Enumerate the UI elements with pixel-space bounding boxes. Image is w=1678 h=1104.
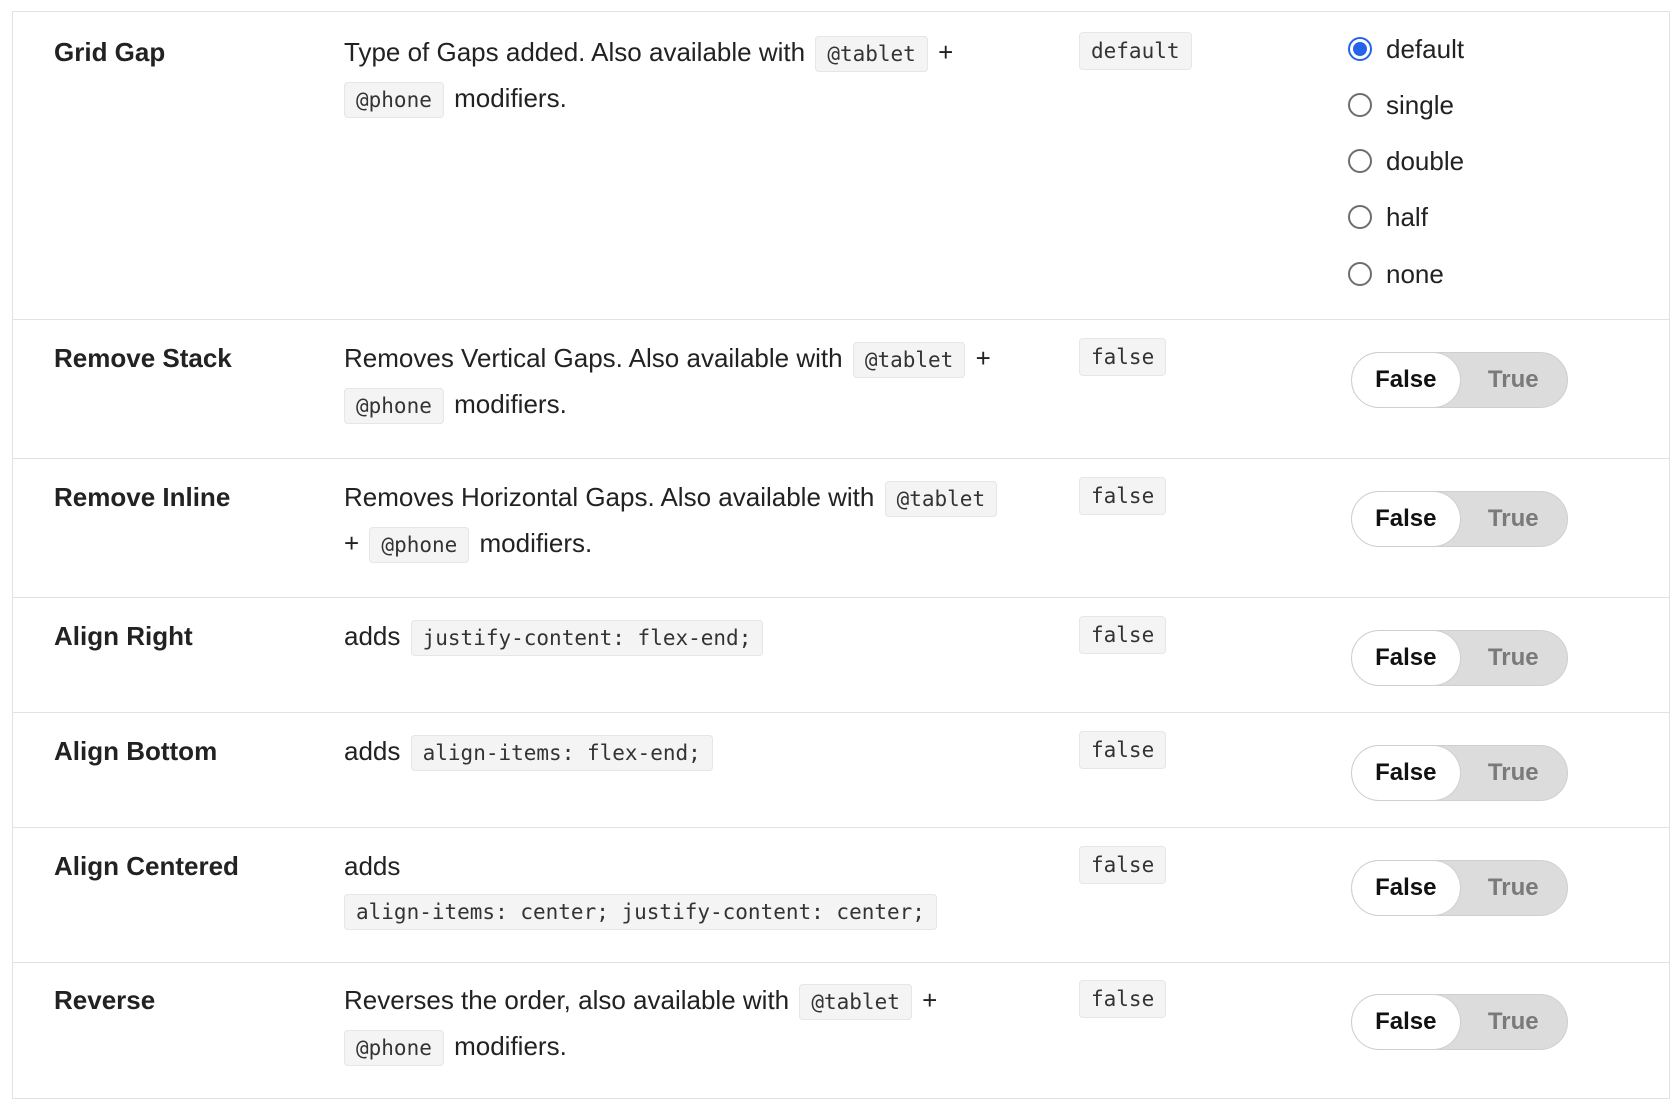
prop-description: adds align-items: flex-end; xyxy=(344,729,1084,775)
toggle-true-option[interactable]: True xyxy=(1460,746,1568,800)
code-tablet: @tablet xyxy=(884,481,998,517)
code-snippet: align-items: center; justify-content: ce… xyxy=(344,894,937,930)
radio-label: double xyxy=(1386,145,1465,176)
table-row: Align Right adds justify-content: flex-e… xyxy=(13,598,1669,713)
radio-label: half xyxy=(1386,201,1428,232)
default-value-badge: false xyxy=(1079,477,1167,515)
default-value-badge: false xyxy=(1079,731,1167,769)
table-row: Remove Stack Removes Vertical Gaps. Also… xyxy=(13,320,1669,459)
table-row: Grid Gap Type of Gaps added. Also availa… xyxy=(13,12,1669,320)
toggle-true-option[interactable]: True xyxy=(1460,492,1568,546)
suffix-text: modifiers. xyxy=(479,528,593,558)
prop-description: Removes Horizontal Gaps. Also available … xyxy=(344,475,1024,567)
boolean-toggle[interactable]: False True xyxy=(1351,630,1568,686)
radio-unchecked-icon[interactable] xyxy=(1348,262,1372,286)
toggle-true-option[interactable]: True xyxy=(1460,631,1568,685)
code-tablet: @tablet xyxy=(799,984,912,1020)
prop-name: Align Bottom xyxy=(54,736,218,766)
suffix-text: modifiers. xyxy=(454,1031,567,1061)
toggle-true-option[interactable]: True xyxy=(1460,995,1568,1049)
table-row: Remove Inline Removes Horizontal Gaps. A… xyxy=(13,459,1669,598)
radio-unchecked-icon[interactable] xyxy=(1348,149,1372,173)
description-text: Removes Horizontal Gaps. Also available … xyxy=(344,482,875,512)
radio-option-double[interactable]: double xyxy=(1348,143,1464,179)
prop-name: Remove Inline xyxy=(54,482,231,512)
plus-text: + xyxy=(344,528,360,558)
default-value-badge: default xyxy=(1079,32,1192,70)
radio-label: none xyxy=(1386,258,1444,289)
prop-description: adds align-items: center; justify-conten… xyxy=(344,844,1084,934)
code-snippet: justify-content: flex-end; xyxy=(410,620,764,656)
boolean-toggle[interactable]: False True xyxy=(1351,994,1568,1050)
radio-option-single[interactable]: single xyxy=(1348,87,1454,123)
radio-unchecked-icon[interactable] xyxy=(1348,205,1372,229)
description-text: adds xyxy=(344,621,401,651)
radio-option-default[interactable]: default xyxy=(1348,31,1464,67)
table-row: Align Centered adds align-items: center;… xyxy=(13,828,1669,963)
toggle-false-option[interactable]: False xyxy=(1352,631,1460,685)
prop-description: Reverses the order, also available with … xyxy=(344,978,984,1070)
default-value-badge: false xyxy=(1079,616,1167,654)
suffix-text: modifiers. xyxy=(454,83,567,113)
default-value-badge: false xyxy=(1079,980,1167,1018)
boolean-toggle[interactable]: False True xyxy=(1351,745,1568,801)
default-value-badge: false xyxy=(1079,338,1167,376)
radio-checked-icon[interactable] xyxy=(1348,37,1372,61)
radio-option-half[interactable]: half xyxy=(1348,199,1428,235)
plus-text: + xyxy=(975,343,991,373)
prop-name: Reverse xyxy=(54,985,156,1015)
toggle-false-option[interactable]: False xyxy=(1352,995,1460,1049)
prop-name: Grid Gap xyxy=(54,37,166,67)
code-tablet: @tablet xyxy=(852,342,966,378)
prop-description: Type of Gaps added. Also available with … xyxy=(344,30,984,122)
prop-name: Remove Stack xyxy=(54,343,232,373)
prop-name: Align Right xyxy=(54,621,193,651)
code-phone: @phone xyxy=(369,527,470,563)
props-table: Grid Gap Type of Gaps added. Also availa… xyxy=(12,11,1670,1099)
radio-label: single xyxy=(1386,89,1454,120)
boolean-toggle[interactable]: False True xyxy=(1351,491,1568,547)
code-tablet: @tablet xyxy=(815,36,928,72)
prop-description: Removes Vertical Gaps. Also available wi… xyxy=(344,336,1024,428)
default-value-badge: false xyxy=(1079,846,1167,884)
description-text: adds xyxy=(344,851,401,881)
code-snippet: align-items: flex-end; xyxy=(410,735,713,771)
description-text: Removes Vertical Gaps. Also available wi… xyxy=(344,343,843,373)
suffix-text: modifiers. xyxy=(454,389,567,419)
toggle-true-option[interactable]: True xyxy=(1460,861,1568,915)
boolean-toggle[interactable]: False True xyxy=(1351,860,1568,916)
prop-description: adds justify-content: flex-end; xyxy=(344,614,1084,660)
toggle-false-option[interactable]: False xyxy=(1352,861,1460,915)
description-text: adds xyxy=(344,736,401,766)
plus-text: + xyxy=(922,985,938,1015)
plus-text: + xyxy=(938,37,954,67)
code-phone: @phone xyxy=(344,388,444,424)
radio-label: default xyxy=(1386,33,1465,64)
toggle-false-option[interactable]: False xyxy=(1352,353,1460,407)
radio-unchecked-icon[interactable] xyxy=(1348,93,1372,117)
toggle-false-option[interactable]: False xyxy=(1352,746,1460,800)
code-phone: @phone xyxy=(344,1030,444,1066)
radio-option-none[interactable]: none xyxy=(1348,256,1444,292)
code-phone: @phone xyxy=(344,82,444,118)
toggle-true-option[interactable]: True xyxy=(1460,353,1568,407)
description-text: Type of Gaps added. Also available with xyxy=(344,37,806,67)
prop-name: Align Centered xyxy=(54,851,239,881)
table-row: Align Bottom adds align-items: flex-end;… xyxy=(13,713,1669,828)
boolean-toggle[interactable]: False True xyxy=(1351,352,1568,408)
toggle-false-option[interactable]: False xyxy=(1352,492,1460,546)
table-row: Reverse Reverses the order, also availab… xyxy=(13,963,1669,1100)
description-text: Reverses the order, also available with xyxy=(344,985,790,1015)
